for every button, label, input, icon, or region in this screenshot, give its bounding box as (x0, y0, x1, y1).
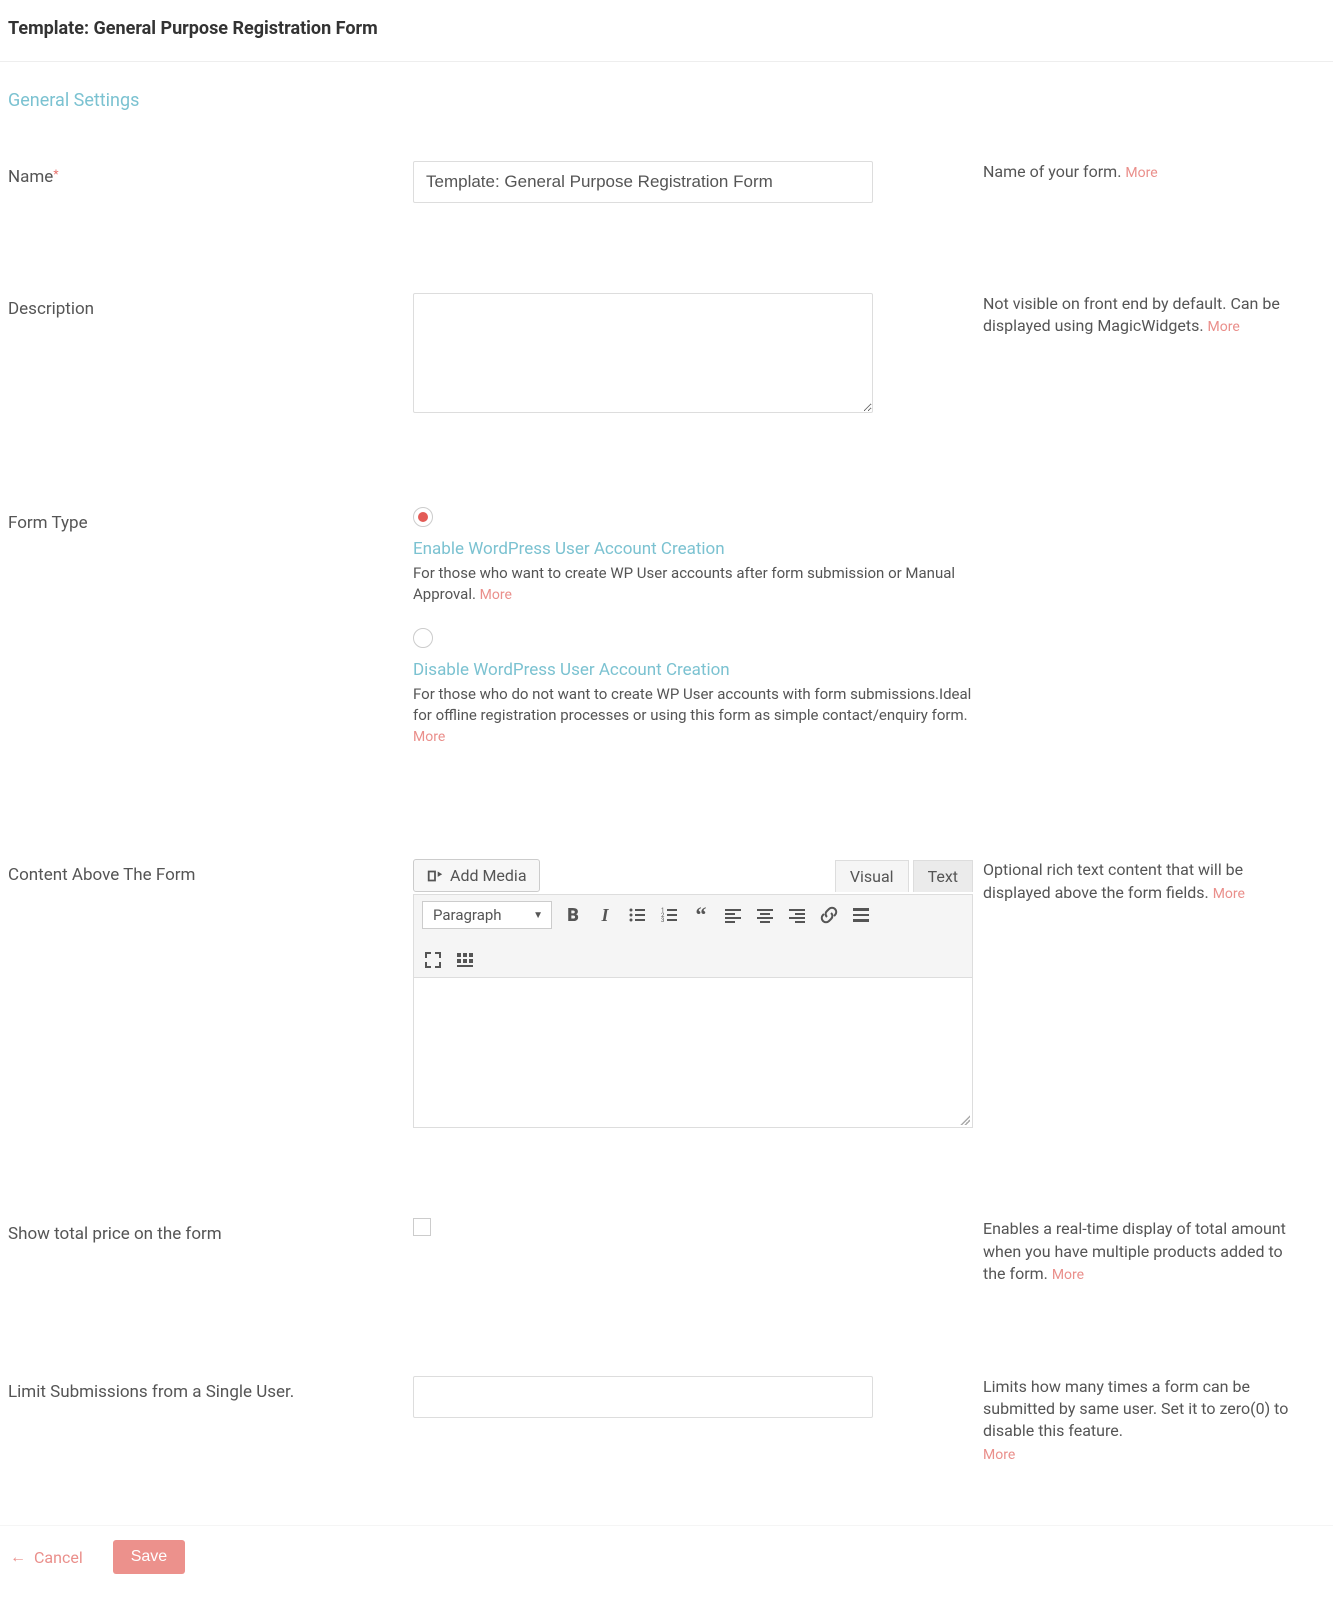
form-type-label: Form Type (8, 507, 413, 769)
section-title: General Settings (0, 62, 1333, 161)
description-help: Not visible on front end by default. Can… (973, 293, 1303, 417)
radio-enable-title: Enable WordPress User Account Creation (413, 539, 973, 559)
name-input[interactable] (413, 161, 873, 203)
italic-icon[interactable]: I (594, 904, 616, 926)
more-link[interactable]: More (413, 729, 445, 745)
more-link[interactable]: More (1125, 165, 1157, 181)
tab-visual[interactable]: Visual (835, 860, 909, 892)
save-button[interactable]: Save (113, 1540, 185, 1574)
name-help: Name of your form. More (973, 161, 1303, 203)
content-above-label: Content Above The Form (8, 859, 413, 1128)
page-title: Template: General Purpose Registration F… (0, 0, 1333, 62)
show-total-label: Show total price on the form (8, 1218, 413, 1285)
bold-icon[interactable]: B (562, 904, 584, 926)
more-link[interactable]: More (1213, 886, 1245, 902)
fullscreen-icon[interactable] (422, 949, 444, 971)
link-icon[interactable] (818, 904, 840, 926)
more-link[interactable]: More (1208, 319, 1240, 335)
show-total-checkbox[interactable] (413, 1218, 431, 1236)
format-select[interactable]: Paragraph (422, 901, 552, 929)
cancel-button[interactable]: ← Cancel (10, 1547, 83, 1567)
add-media-button[interactable]: Add Media (413, 859, 540, 892)
radio-enable-wp-user[interactable] (413, 507, 433, 527)
editor-content-area[interactable] (413, 978, 973, 1128)
bullet-list-icon[interactable] (626, 904, 648, 926)
description-textarea[interactable] (413, 293, 873, 413)
limit-input[interactable] (413, 1376, 873, 1418)
description-label: Description (8, 293, 413, 417)
name-label: Name* (8, 161, 413, 203)
numbered-list-icon[interactable]: 123 (658, 904, 680, 926)
more-link[interactable]: More (1052, 1267, 1084, 1283)
radio-enable-desc: For those who want to create WP User acc… (413, 563, 973, 606)
limit-label: Limit Submissions from a Single User. (8, 1376, 413, 1466)
align-right-icon[interactable] (786, 904, 808, 926)
radio-disable-desc: For those who do not want to create WP U… (413, 684, 973, 748)
more-link[interactable]: More (480, 587, 512, 603)
align-left-icon[interactable] (722, 904, 744, 926)
media-icon (426, 867, 444, 885)
editor-toolbar: Paragraph B I 123 “ (413, 894, 973, 978)
content-above-help: Optional rich text content that will be … (973, 859, 1303, 1128)
toolbar-toggle-icon[interactable] (454, 949, 476, 971)
limit-help: Limits how many times a form can be subm… (973, 1376, 1303, 1466)
blockquote-icon[interactable]: “ (690, 904, 712, 926)
svg-text:3: 3 (661, 917, 664, 924)
readmore-icon[interactable] (850, 904, 872, 926)
tab-text[interactable]: Text (913, 860, 973, 892)
radio-disable-wp-user[interactable] (413, 628, 433, 648)
align-center-icon[interactable] (754, 904, 776, 926)
radio-disable-title: Disable WordPress User Account Creation (413, 660, 973, 680)
arrow-left-icon: ← (10, 1547, 26, 1567)
show-total-help: Enables a real-time display of total amo… (973, 1218, 1303, 1285)
more-link[interactable]: More (983, 1447, 1015, 1463)
